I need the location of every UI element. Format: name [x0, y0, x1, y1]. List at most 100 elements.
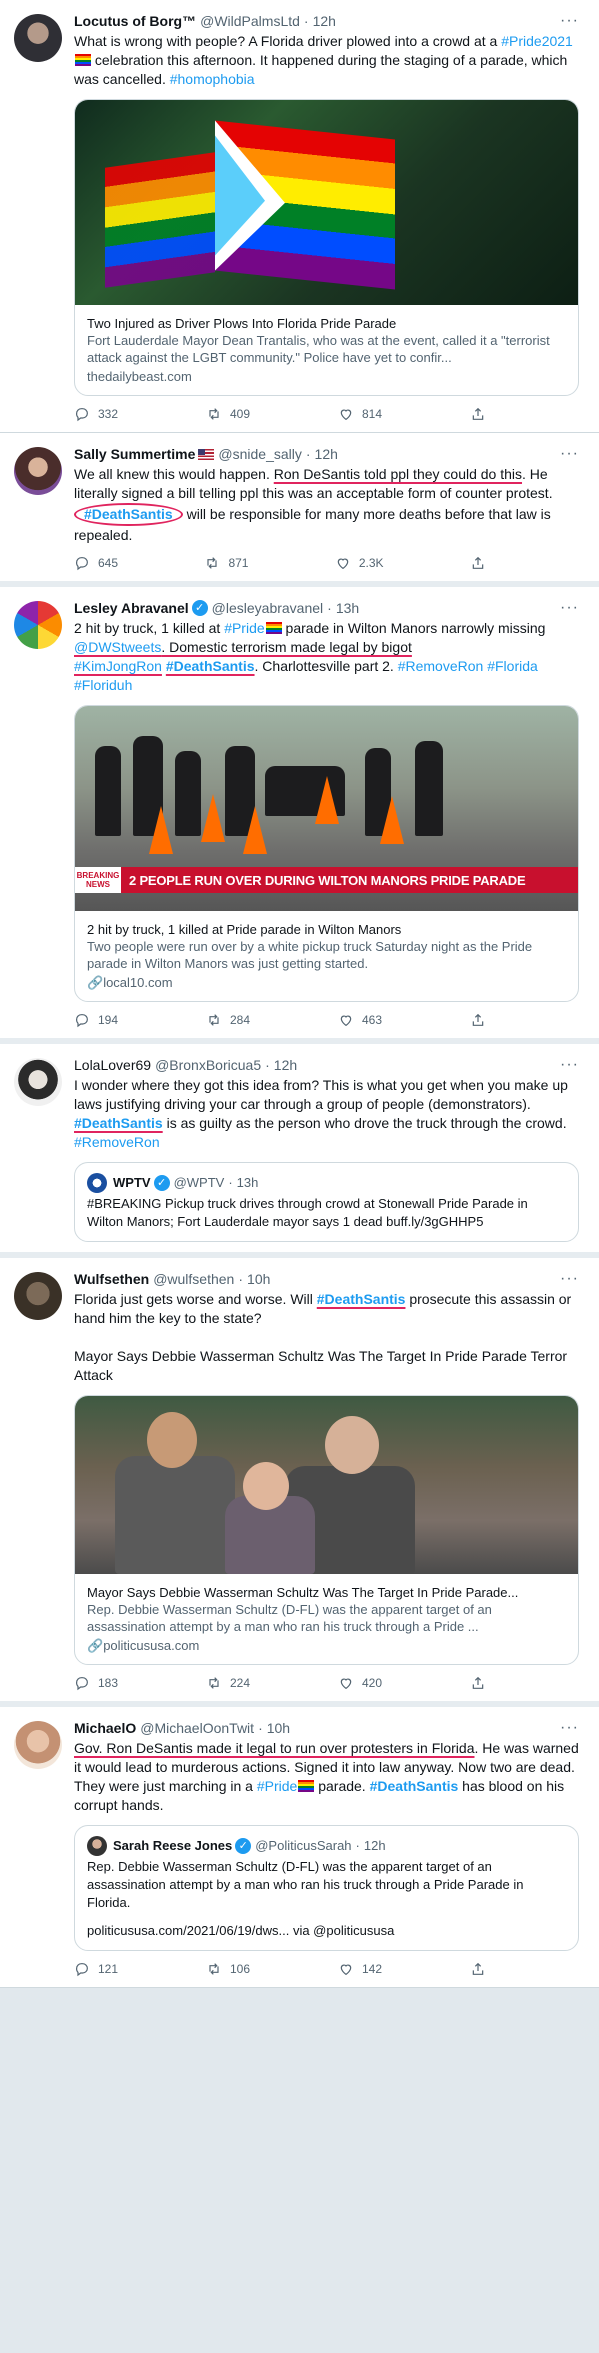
traffic-cone: [149, 806, 173, 854]
quoted-tweet[interactable]: Sarah Reese Jones ✓ @PoliticusSarah · 12…: [74, 1825, 579, 1951]
author-name[interactable]: MichaelO: [74, 1719, 136, 1737]
avatar[interactable]: [14, 1272, 62, 1320]
share-icon: [472, 1962, 484, 1975]
share-icon: [472, 1013, 484, 1026]
timestamp[interactable]: 13h: [336, 599, 359, 617]
action-bar: 183 224 420: [74, 1675, 494, 1691]
reply-button[interactable]: 645: [74, 555, 118, 571]
mention[interactable]: @DWStweets: [74, 639, 161, 655]
tweet[interactable]: Wulfsethen @wulfsethen · 10h ··· Florida…: [0, 1258, 599, 1707]
author-handle: @BronxBoricua5: [155, 1057, 262, 1073]
share-button[interactable]: [470, 406, 494, 422]
hashtag[interactable]: #DeathSantis: [317, 1291, 406, 1307]
traffic-cone: [315, 776, 339, 824]
author-name[interactable]: WPTV: [113, 1174, 151, 1192]
quoted-tweet[interactable]: WPTV ✓ @WPTV · 13h #BREAKING Pickup truc…: [74, 1162, 579, 1242]
circled-hashtag[interactable]: #DeathSantis: [74, 503, 183, 526]
hashtag[interactable]: #Pride2021: [501, 33, 573, 49]
author-name[interactable]: Lesley Abravanel: [74, 599, 189, 617]
hashtag[interactable]: #KimJongRon: [74, 658, 162, 674]
avatar[interactable]: [14, 601, 62, 649]
tweet[interactable]: MichaelO @MichaelOonTwit · 10h ··· Gov. …: [0, 1707, 599, 1988]
more-icon[interactable]: ···: [560, 1719, 579, 1737]
avatar[interactable]: [87, 1836, 107, 1856]
timestamp[interactable]: 12h: [364, 1837, 386, 1855]
share-button[interactable]: [470, 1961, 494, 1977]
quoted-link[interactable]: politicususa.com/2021/06/19/dws... via @…: [87, 1922, 566, 1940]
card-url: 🔗politicususa.com: [87, 1638, 200, 1653]
action-bar: 332 409 814: [74, 406, 494, 422]
retweet-icon: [209, 1014, 219, 1026]
like-button[interactable]: 420: [338, 1675, 382, 1691]
reply-button[interactable]: 332: [74, 406, 118, 422]
avatar[interactable]: [14, 1058, 62, 1106]
retweet-button[interactable]: 106: [206, 1961, 250, 1977]
person-shape: [95, 746, 121, 836]
share-button[interactable]: [470, 1675, 494, 1691]
traffic-cone: [243, 806, 267, 854]
share-button[interactable]: [470, 1012, 494, 1028]
retweet-button[interactable]: 224: [206, 1675, 250, 1691]
avatar[interactable]: [14, 14, 62, 62]
link-icon: 🔗: [87, 975, 104, 990]
person-shape: [115, 1456, 235, 1574]
author-name[interactable]: Wulfsethen: [74, 1270, 149, 1288]
hashtag[interactable]: #Florida: [487, 658, 538, 674]
hashtag[interactable]: #Pride: [257, 1778, 297, 1794]
link-card[interactable]: Mayor Says Debbie Wasserman Schultz Was …: [74, 1395, 579, 1665]
retweet-button[interactable]: 284: [206, 1012, 250, 1028]
avatar[interactable]: [87, 1173, 107, 1193]
hashtag[interactable]: #Floriduh: [74, 677, 132, 693]
reply-button[interactable]: 194: [74, 1012, 118, 1028]
more-icon[interactable]: ···: [560, 599, 579, 617]
timestamp[interactable]: 12h: [274, 1056, 297, 1074]
tweet[interactable]: LolaLover69 @BronxBoricua5 · 12h ··· I w…: [0, 1044, 599, 1258]
share-button[interactable]: [470, 555, 494, 571]
us-flag-icon: [198, 448, 215, 460]
link-card[interactable]: BREAKING NEWS 2 PEOPLE RUN OVER DURING W…: [74, 705, 579, 1002]
reply-button[interactable]: 183: [74, 1675, 118, 1691]
card-url: 🔗local10.com: [87, 975, 173, 990]
timestamp[interactable]: 13h: [237, 1174, 259, 1192]
author-handle: @WildPalmsLtd: [200, 13, 300, 29]
tweet[interactable]: Locutus of Borg™ @WildPalmsLtd · 12h ···…: [0, 0, 599, 433]
hashtag[interactable]: #Pride: [224, 620, 264, 636]
retweet-button[interactable]: 409: [206, 406, 250, 422]
timestamp[interactable]: 12h: [315, 445, 338, 463]
pride-flag-emoji: [298, 1780, 315, 1792]
tweet[interactable]: Lesley Abravanel ✓ @lesleyabravanel · 13…: [0, 587, 599, 1044]
rainbow-flag-image: [105, 152, 215, 288]
timestamp[interactable]: 12h: [313, 12, 336, 30]
like-button[interactable]: 463: [338, 1012, 382, 1028]
hashtag[interactable]: #DeathSantis: [74, 1115, 163, 1131]
hashtag[interactable]: #DeathSantis: [370, 1778, 459, 1794]
more-icon[interactable]: ···: [560, 1270, 579, 1288]
hashtag[interactable]: #RemoveRon: [74, 1134, 160, 1150]
author-handle: @lesleyabravanel: [211, 600, 324, 616]
hashtag[interactable]: #homophobia: [170, 71, 255, 87]
timestamp[interactable]: 10h: [267, 1719, 290, 1737]
author-name[interactable]: Locutus of Borg™: [74, 12, 196, 30]
retweet-button[interactable]: 871: [204, 555, 248, 571]
author-name[interactable]: Sarah Reese Jones: [113, 1837, 232, 1855]
like-button[interactable]: 142: [338, 1961, 382, 1977]
avatar[interactable]: [14, 1721, 62, 1769]
like-button[interactable]: 814: [338, 406, 382, 422]
person-shape: [415, 741, 443, 836]
link-card[interactable]: Two Injured as Driver Plows Into Florida…: [74, 99, 579, 396]
reply-button[interactable]: 121: [74, 1961, 118, 1977]
timestamp[interactable]: 10h: [247, 1270, 270, 1288]
hashtag[interactable]: #DeathSantis: [166, 658, 255, 674]
like-button[interactable]: 2.3K: [335, 555, 384, 571]
verified-badge-icon: ✓: [153, 1175, 170, 1191]
more-icon[interactable]: ···: [560, 12, 579, 30]
more-icon[interactable]: ···: [560, 445, 579, 463]
card-title: Mayor Says Debbie Wasserman Schultz Was …: [87, 1585, 519, 1600]
author-name[interactable]: Sally Summertime: [74, 445, 195, 463]
breaking-news-banner: BREAKING NEWS 2 PEOPLE RUN OVER DURING W…: [75, 867, 578, 893]
author-name[interactable]: LolaLover69: [74, 1056, 151, 1074]
hashtag[interactable]: #RemoveRon: [398, 658, 484, 674]
avatar[interactable]: [14, 447, 62, 495]
more-icon[interactable]: ···: [560, 1056, 579, 1074]
tweet[interactable]: Sally Summertime @snide_sally · 12h ··· …: [0, 433, 599, 587]
